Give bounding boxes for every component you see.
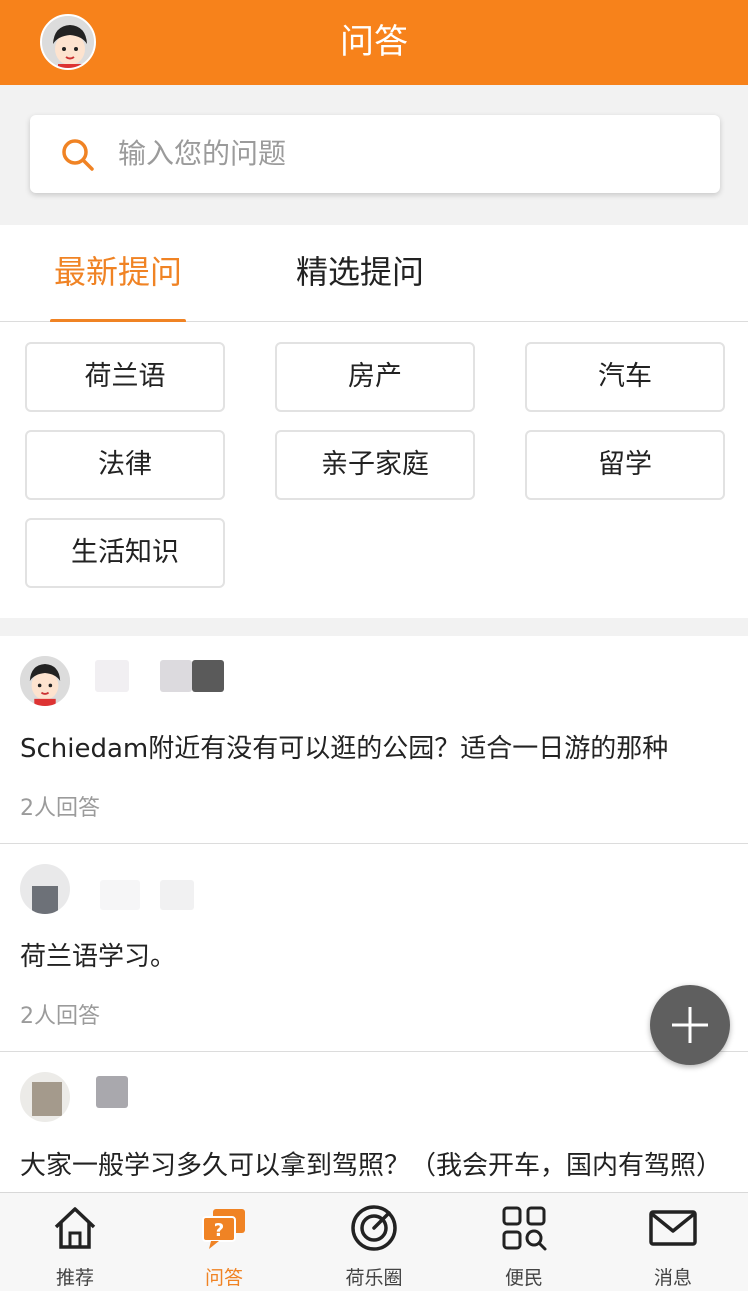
blurred-username: [95, 660, 129, 692]
question-feed: Schiedam附近有没有可以逛的公园？适合一日游的那种 2人回答 荷兰语学习。…: [0, 636, 748, 1192]
plus-icon: [672, 1007, 708, 1043]
bottom-tab-bar: 推荐 ? 问答 荷乐圈 便民 消息: [0, 1192, 748, 1291]
blurred-username: [160, 880, 194, 910]
category-grid: 荷兰语 房产 汽车 法律 亲子家庭 留学 生活知识: [0, 322, 748, 618]
question-item[interactable]: 荷兰语学习。 2人回答: [0, 844, 748, 1052]
user-avatar-icon[interactable]: [20, 864, 70, 914]
category-life-knowledge[interactable]: 生活知识: [25, 518, 225, 588]
answer-count: 2人回答: [20, 796, 100, 821]
question-item[interactable]: 大家一般学习多久可以拿到驾照？（我会开车，国内有驾照）: [0, 1052, 748, 1192]
tab-featured[interactable]: 精选提问: [292, 247, 428, 322]
tabbar-item-qa[interactable]: ? 问答: [149, 1193, 299, 1291]
mail-icon: [649, 1210, 697, 1246]
tabbar-label: 荷乐圈: [345, 1267, 403, 1289]
tabbar-item-recommend[interactable]: 推荐: [0, 1193, 150, 1291]
add-question-button[interactable]: [650, 985, 730, 1065]
question-item[interactable]: Schiedam附近有没有可以逛的公园？适合一日游的那种 2人回答: [0, 636, 748, 844]
category-cars[interactable]: 汽车: [525, 342, 725, 412]
answer-count: 2人回答: [20, 1004, 100, 1029]
radar-icon: [351, 1205, 397, 1251]
category-dutch-language[interactable]: 荷兰语: [25, 342, 225, 412]
search-input[interactable]: 输入您的问题: [30, 115, 720, 193]
tabbar-label: 推荐: [55, 1267, 94, 1289]
tabbar-label: 消息: [653, 1267, 692, 1289]
tabbar-item-messages[interactable]: 消息: [598, 1193, 748, 1291]
category-real-estate[interactable]: 房产: [275, 342, 475, 412]
app-header: 问答: [0, 0, 748, 85]
tabbar-label: 问答: [204, 1267, 243, 1289]
question-tabs: 最新提问 精选提问: [0, 225, 748, 323]
grid-search-icon: [502, 1206, 547, 1251]
tab-latest[interactable]: 最新提问: [50, 247, 186, 323]
category-family[interactable]: 亲子家庭: [275, 430, 475, 500]
user-avatar-icon[interactable]: [20, 656, 70, 706]
category-law[interactable]: 法律: [25, 430, 225, 500]
blurred-username: [160, 660, 192, 692]
page-title: 问答: [340, 22, 408, 62]
question-title[interactable]: 荷兰语学习。: [20, 936, 176, 973]
question-chat-icon: ?: [202, 1209, 245, 1249]
tabbar-item-services[interactable]: 便民: [449, 1193, 599, 1291]
home-icon: [54, 1207, 96, 1249]
search-icon: [62, 139, 94, 171]
blurred-username: [96, 1076, 128, 1108]
blurred-username: [100, 880, 140, 910]
blurred-username: [192, 660, 224, 692]
question-title[interactable]: 大家一般学习多久可以拿到驾照？（我会开车，国内有驾照）: [20, 1144, 730, 1188]
search-placeholder: 输入您的问题: [118, 137, 287, 170]
user-avatar-icon[interactable]: [20, 1072, 70, 1122]
tabbar-item-circle[interactable]: 荷乐圈: [299, 1193, 449, 1291]
svg-text:?: ?: [214, 1220, 224, 1241]
question-title[interactable]: Schiedam附近有没有可以逛的公园？适合一日游的那种: [20, 728, 668, 765]
search-section: 输入您的问题: [0, 85, 748, 225]
category-study-abroad[interactable]: 留学: [525, 430, 725, 500]
tabbar-label: 便民: [504, 1267, 543, 1289]
